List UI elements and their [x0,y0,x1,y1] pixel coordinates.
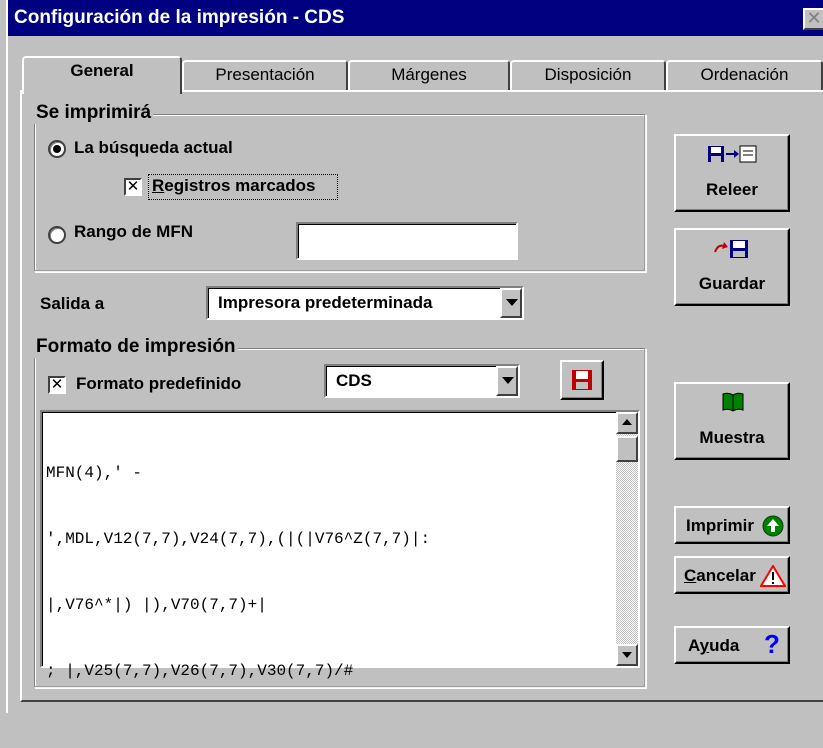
code-line: ; |,V25(7,7),V26(7,7),V30(7,7)/# [46,662,354,680]
vertical-scrollbar[interactable] [616,412,638,666]
save-icon [714,240,748,258]
cancel-label-rest: ancelar [696,566,756,585]
question-icon: ? [764,629,780,659]
radio-current-search-label[interactable]: La búsqueda actual [74,138,233,158]
mfn-range-input[interactable] [296,222,518,260]
print-settings-dialog: Configuración de la impresión - CDS ✕ Ge… [6,0,823,713]
output-select[interactable]: Impresora predeterminada [206,286,524,320]
save-button[interactable]: Guardar [674,228,790,306]
code-line: |,V76^*|) |),V70(7,7)+| [46,596,267,614]
preview-label: Muestra [699,428,765,447]
print-scope-legend: Se imprimirá [34,102,154,124]
window-title: Configuración de la impresión - CDS [14,7,345,28]
code-line: MFN(4),' - [46,464,143,482]
radio-mfn-range-label[interactable]: Rango de MFN [74,222,193,242]
reload-icon [708,145,757,163]
marked-records-label[interactable]: Registros marcados [152,176,315,196]
close-button[interactable]: ✕ [803,8,823,30]
scroll-thumb[interactable] [616,436,638,462]
tab-layout[interactable]: Disposición [510,60,666,90]
scroll-down-button[interactable] [616,644,638,666]
reload-button[interactable]: Releer [674,134,790,212]
cancel-mnemonic: C [684,566,697,585]
save-label: Guardar [698,274,766,293]
help-mnemonic: y [699,636,710,655]
tab-general[interactable]: General [22,56,182,94]
predefined-format-label[interactable]: Formato predefinido [76,374,241,394]
print-label: Imprimir [686,516,755,535]
book-icon [722,392,744,412]
warning-icon [760,565,786,587]
help-label-a: A [688,636,700,655]
print-format-legend: Formato de impresión [34,336,238,358]
radio-mfn-range[interactable] [48,226,66,244]
preview-button[interactable]: Muestra [674,382,790,460]
marked-records-mnemonic: R [152,176,165,195]
format-select[interactable]: CDS [324,364,520,398]
green-arrow-icon [762,515,784,537]
cancel-button[interactable]: Cancelar [674,556,790,594]
help-label-rest: uda [709,636,740,655]
print-button[interactable]: Imprimir [674,506,790,544]
tab-strip: General Presentación Márgenes Disposició… [8,56,823,94]
format-code-editor[interactable]: MFN(4),' - ',MDL,V12(7,7),V24(7,7),(|(|V… [40,410,640,680]
tab-sorting[interactable]: Ordenación [666,60,823,90]
predefined-format-checkbox[interactable]: ✕ [48,376,66,394]
output-label: Salida a [40,294,105,313]
tab-page-general: Se imprimirá La búsqueda actual ✕ Regist… [20,90,823,702]
scroll-up-button[interactable] [616,412,638,434]
help-label: Ayuda [688,636,739,656]
cancel-label: Cancelar [684,566,756,586]
tab-margins[interactable]: Márgenes [348,60,510,90]
reload-label: Releer [706,180,758,199]
radio-current-search[interactable] [48,140,66,158]
format-dropdown-arrow-icon[interactable] [496,366,518,396]
code-line: ',MDL,V12(7,7),V24(7,7),(|(|V76^Z(7,7)|: [46,530,431,548]
floppy-disk-icon [572,370,592,390]
title-bar[interactable]: Configuración de la impresión - CDS ✕ [8,0,823,36]
marked-records-label-rest: egistros marcados [164,176,316,195]
format-select-value: CDS [336,371,372,390]
output-dropdown-arrow-icon[interactable] [500,288,522,318]
save-format-button[interactable] [560,360,604,400]
marked-records-checkbox[interactable]: ✕ [124,178,142,196]
tab-presentation[interactable]: Presentación [182,60,348,90]
output-select-value: Impresora predeterminada [218,293,433,312]
help-button[interactable]: Ayuda ? [674,626,790,664]
